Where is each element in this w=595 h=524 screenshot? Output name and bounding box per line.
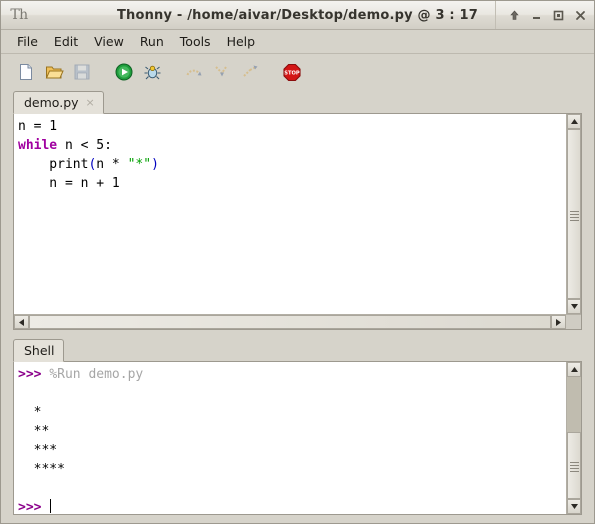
- thonny-window: Th Thonny - /home/aivar/Desktop/demo.py …: [0, 0, 595, 524]
- code-editor[interactable]: n = 1 while n < 5: print(n * "*") n = n +…: [14, 114, 566, 314]
- text-span: ): [151, 157, 159, 172]
- text-caret: [50, 499, 52, 513]
- text-line: ***: [18, 441, 566, 460]
- scroll-up-icon[interactable]: [567, 114, 581, 129]
- text-line: print(n * "*"): [18, 155, 566, 174]
- scroll-right-icon[interactable]: [551, 315, 566, 329]
- tab-label: demo.py: [24, 95, 79, 110]
- step-into-button: [209, 59, 235, 85]
- shell-vertical-scrollbar[interactable]: [566, 362, 581, 514]
- debug-button[interactable]: [139, 59, 165, 85]
- shell-vscroll-track[interactable]: [567, 377, 581, 499]
- text-span: ****: [18, 462, 65, 477]
- menu-item-file[interactable]: File: [9, 32, 46, 52]
- editor-vertical-scrollbar[interactable]: [566, 114, 581, 314]
- shell-notebook: Shell >>> %Run demo.py * ** *** **** >>>: [13, 338, 582, 515]
- tab-close-icon[interactable]: ×: [86, 97, 95, 108]
- text-span: >>>: [18, 500, 50, 514]
- close-icon[interactable]: [570, 4, 590, 26]
- toolbar: STOP: [1, 54, 594, 90]
- save-file-button: [69, 59, 95, 85]
- text-line: while n < 5:: [18, 136, 566, 155]
- editor-horizontal-scrollbar[interactable]: [14, 314, 581, 329]
- text-line: [18, 479, 566, 498]
- scroll-grip-icon: [569, 210, 579, 221]
- scroll-down-icon[interactable]: [567, 299, 581, 314]
- svg-text:STOP: STOP: [284, 71, 300, 77]
- menu-bar: File Edit View Run Tools Help: [1, 30, 594, 54]
- text-span: ***: [18, 443, 58, 458]
- text-span: >>>: [18, 367, 50, 382]
- scroll-down-icon[interactable]: [567, 499, 581, 514]
- shell-pane: >>> %Run demo.py * ** *** **** >>>: [13, 362, 582, 515]
- tab-label: Shell: [24, 343, 55, 358]
- tab-demo-py[interactable]: demo.py ×: [13, 91, 104, 114]
- text-span: while: [18, 138, 58, 153]
- stop-button[interactable]: STOP: [279, 59, 305, 85]
- step-over-button: [181, 59, 207, 85]
- text-span: "*": [127, 157, 152, 172]
- editor-hscroll-track[interactable]: [29, 315, 551, 329]
- menu-item-tools[interactable]: Tools: [172, 32, 219, 52]
- text-span: *: [18, 405, 42, 420]
- new-file-button[interactable]: [13, 59, 39, 85]
- thonny-logo-icon: Th: [10, 7, 28, 23]
- text-span: n < 5:: [57, 138, 112, 153]
- editor-tabstrip: demo.py ×: [13, 90, 582, 114]
- editor-vscroll-track[interactable]: [567, 129, 581, 299]
- scroll-grip-icon: [287, 318, 294, 327]
- scroll-up-icon[interactable]: [567, 362, 581, 377]
- editor-notebook: demo.py × n = 1 while n < 5: print(n * "*…: [13, 90, 582, 330]
- text-line: n = n + 1: [18, 174, 566, 193]
- text-span: print: [18, 157, 89, 172]
- minimize-icon[interactable]: [526, 4, 546, 26]
- text-span: n = n + 1: [18, 176, 120, 191]
- run-button[interactable]: [111, 59, 137, 85]
- open-file-button[interactable]: [41, 59, 67, 85]
- shell-output[interactable]: >>> %Run demo.py * ** *** **** >>>: [14, 362, 566, 514]
- text-line: **: [18, 422, 566, 441]
- text-line: >>> %Run demo.py: [18, 365, 566, 384]
- editor-pane: n = 1 while n < 5: print(n * "*") n = n +…: [13, 114, 582, 330]
- text-span: n *: [96, 157, 128, 172]
- scroll-grip-icon: [569, 461, 579, 472]
- window-controls: [495, 1, 590, 29]
- menu-item-help[interactable]: Help: [219, 32, 264, 52]
- shell-tabstrip: Shell: [13, 338, 582, 362]
- editor-hscroll-thumb[interactable]: [29, 315, 551, 329]
- text-line: n = 1: [18, 117, 566, 136]
- text-line: *: [18, 403, 566, 422]
- editor-vscroll-thumb[interactable]: [567, 129, 581, 299]
- text-span: %Run demo.py: [49, 367, 144, 382]
- tab-shell[interactable]: Shell: [13, 339, 64, 362]
- text-line: [18, 384, 566, 403]
- main-panes: demo.py × n = 1 while n < 5: print(n * "*…: [1, 90, 594, 523]
- text-span: n = 1: [18, 119, 58, 134]
- scroll-left-icon[interactable]: [14, 315, 29, 329]
- text-line: ****: [18, 460, 566, 479]
- always-on-top-icon[interactable]: [504, 4, 524, 26]
- scrollbar-corner: [566, 315, 581, 329]
- step-out-button: [237, 59, 263, 85]
- text-span: **: [18, 424, 50, 439]
- text-line: >>>: [18, 498, 566, 514]
- menu-item-run[interactable]: Run: [132, 32, 172, 52]
- maximize-icon[interactable]: [548, 4, 568, 26]
- menu-item-view[interactable]: View: [86, 32, 132, 52]
- shell-vscroll-thumb[interactable]: [567, 431, 581, 499]
- title-bar: Th Thonny - /home/aivar/Desktop/demo.py …: [1, 1, 594, 30]
- menu-item-edit[interactable]: Edit: [46, 32, 86, 52]
